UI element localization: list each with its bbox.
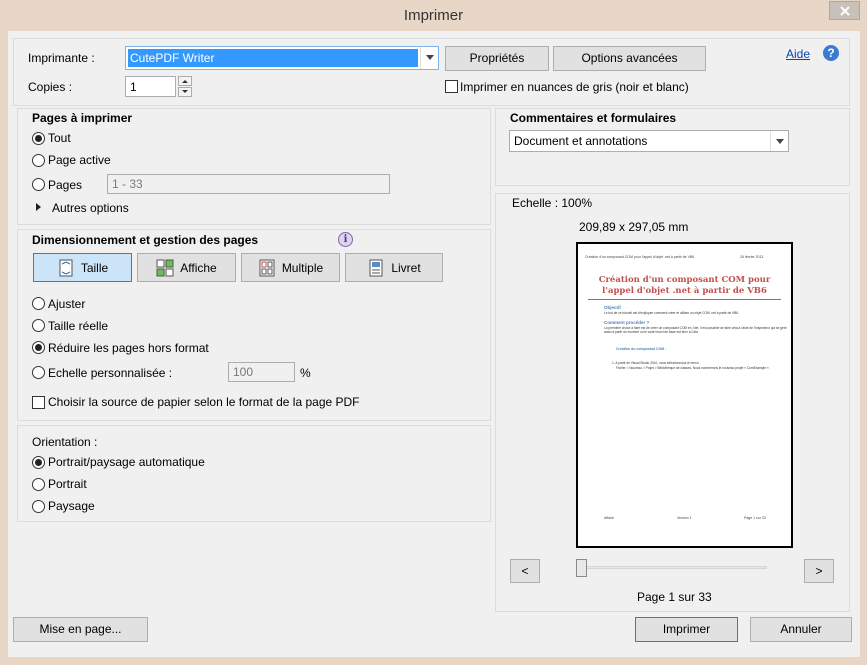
next-page-button[interactable]: > xyxy=(804,559,834,583)
preview-section1: Objectif xyxy=(604,305,621,310)
more-options-label[interactable]: Autres options xyxy=(52,201,129,215)
shrink-label: Réduire les pages hors format xyxy=(48,341,209,355)
booklet-icon xyxy=(369,259,383,276)
preview-section2: Comment procéder ? xyxy=(604,320,650,325)
window-title: Imprimer xyxy=(403,7,464,24)
preview-footer-left: Affaire xyxy=(604,516,615,520)
preview-section2-text: La première chose à faire est de créer u… xyxy=(604,326,787,334)
preview-scale: Echelle : 100% xyxy=(512,196,593,210)
preview-dimensions: 209,89 x 297,05 mm xyxy=(579,220,689,234)
copies-up-button[interactable] xyxy=(178,76,192,86)
page-slider-track[interactable] xyxy=(576,566,767,569)
arrow-up-icon xyxy=(182,80,188,83)
fit-size-icon xyxy=(59,259,73,276)
copies-down-button[interactable] xyxy=(178,87,192,97)
orientation-landscape-radio[interactable] xyxy=(32,500,45,513)
orientation-landscape-label: Paysage xyxy=(48,499,95,513)
copies-label: Copies : xyxy=(28,80,73,94)
pages-active-radio[interactable] xyxy=(32,154,45,167)
size-button-label: Taille xyxy=(80,260,109,275)
sizing-heading: Dimensionnement et gestion des pages xyxy=(32,233,259,247)
orientation-portrait-label: Portrait xyxy=(48,477,87,491)
grayscale-label: Imprimer en nuances de gris (noir et bla… xyxy=(460,80,689,94)
booklet-button-label: Livret xyxy=(391,260,421,275)
pages-range-radio[interactable] xyxy=(32,178,45,191)
page-slider-thumb[interactable] xyxy=(576,559,587,577)
copies-input[interactable]: 1 xyxy=(125,76,176,97)
preview-footer-center: Version 1 xyxy=(677,516,692,520)
close-icon xyxy=(840,6,850,16)
prev-page-button[interactable]: < xyxy=(510,559,540,583)
pages-all-label: Tout xyxy=(48,131,71,145)
shrink-radio[interactable] xyxy=(32,341,45,354)
pages-range-input[interactable]: 1 - 33 xyxy=(107,174,390,194)
info-icon[interactable]: i xyxy=(338,232,353,247)
help-link[interactable]: Aide xyxy=(786,47,810,61)
paper-source-checkbox[interactable] xyxy=(32,396,45,409)
advanced-options-button[interactable]: Options avancées xyxy=(553,46,706,71)
custom-scale-label: Echelle personnalisée : xyxy=(48,366,173,380)
chevron-down-icon xyxy=(420,47,438,69)
pages-active-label: Page active xyxy=(48,153,111,167)
booklet-button[interactable]: Livret xyxy=(345,253,443,282)
fit-label: Ajuster xyxy=(48,297,86,311)
multiple-pages-icon xyxy=(259,259,275,276)
pages-range-label: Pages xyxy=(48,178,83,192)
preview-section1-text: Le but de ce tutoriel est d'expliquer co… xyxy=(604,311,739,315)
actual-size-radio[interactable] xyxy=(32,319,45,332)
page-preview: Création d'un composant COM pour l'appel… xyxy=(576,242,793,548)
poster-button-label: Affiche xyxy=(180,260,217,275)
properties-button[interactable]: Propriétés xyxy=(445,46,549,71)
preview-title-line2: l'appel d'objet .net à partir de VB6 xyxy=(602,286,767,296)
chevron-down-icon xyxy=(770,131,788,151)
help-icon[interactable]: ? xyxy=(823,45,839,61)
comments-heading: Commentaires et formulaires xyxy=(510,111,677,125)
preview-header-left: Création d'un composant COM pour l'appel… xyxy=(585,255,695,259)
preview-header-right: 26 février 2013 xyxy=(740,255,764,259)
print-button[interactable]: Imprimer xyxy=(635,617,738,642)
orientation-portrait-radio[interactable] xyxy=(32,478,45,491)
percent-label: % xyxy=(300,366,311,380)
custom-scale-radio[interactable] xyxy=(32,366,45,379)
cancel-button[interactable]: Annuler xyxy=(750,617,852,642)
printer-select[interactable]: CutePDF Writer xyxy=(125,46,439,70)
preview-footer-right: Page 1 sur 33 xyxy=(744,516,766,520)
fit-radio[interactable] xyxy=(32,297,45,310)
actual-size-label: Taille réelle xyxy=(48,319,109,333)
multiple-button[interactable]: Multiple xyxy=(241,253,340,282)
pages-all-radio[interactable] xyxy=(32,132,45,145)
preview-title-rule xyxy=(588,299,781,300)
poster-icon xyxy=(156,259,174,276)
paper-source-label: Choisir la source de papier selon le for… xyxy=(48,395,360,409)
preview-step1: 1. A partir de Visual Studio 2010, nous … xyxy=(612,361,699,365)
printer-label: Imprimante : xyxy=(28,51,95,65)
comments-select[interactable]: Document et annotations xyxy=(509,130,789,152)
page-setup-button[interactable]: Mise en page... xyxy=(13,617,148,642)
preview-title-line1: Création d'un composant COM pour xyxy=(598,275,771,285)
arrow-down-icon xyxy=(182,90,188,93)
preview-bullet1: Création du composant COM : xyxy=(616,347,667,351)
orientation-heading: Orientation : xyxy=(32,435,98,449)
expand-triangle-icon[interactable] xyxy=(35,203,43,211)
close-button[interactable] xyxy=(829,1,860,20)
poster-button[interactable]: Affiche xyxy=(137,253,236,282)
pages-heading: Pages à imprimer xyxy=(32,111,133,125)
printer-selected-value: CutePDF Writer xyxy=(128,49,418,67)
orientation-auto-label: Portrait/paysage automatique xyxy=(48,455,205,469)
grayscale-checkbox[interactable] xyxy=(445,80,458,93)
size-button[interactable]: Taille xyxy=(33,253,132,282)
preview-step1b: Fichier > Nouveau > Projet > Bibliothèqu… xyxy=(616,366,770,370)
page-indicator: Page 1 sur 33 xyxy=(637,590,712,604)
custom-scale-input[interactable]: 100 xyxy=(228,362,295,382)
multiple-button-label: Multiple xyxy=(281,260,324,275)
orientation-auto-radio[interactable] xyxy=(32,456,45,469)
